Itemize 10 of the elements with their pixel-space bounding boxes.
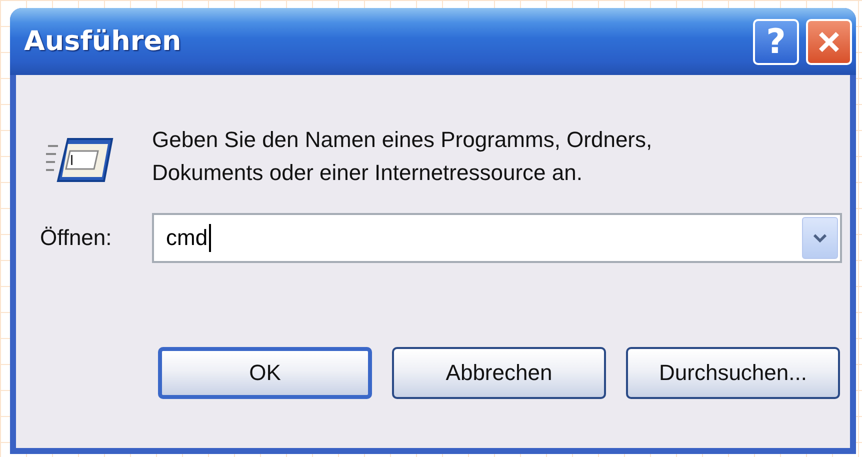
instruction-text: Geben Sie den Namen eines Programms, Ordners, Dokuments oder einer Internetressource an. [152, 126, 654, 187]
chevron-down-icon [813, 234, 827, 242]
close-button[interactable] [806, 18, 852, 64]
dropdown-button[interactable] [802, 217, 838, 259]
open-label: Öffnen: [40, 225, 113, 251]
dialog-button[interactable]: Abbrechen [392, 347, 606, 399]
open-combo-box[interactable]: cmd [152, 213, 842, 263]
dialog-button[interactable]: Durchsuchen... [626, 347, 840, 399]
window-title: Ausführen [24, 26, 182, 57]
dialog-button[interactable]: OK [158, 347, 372, 399]
